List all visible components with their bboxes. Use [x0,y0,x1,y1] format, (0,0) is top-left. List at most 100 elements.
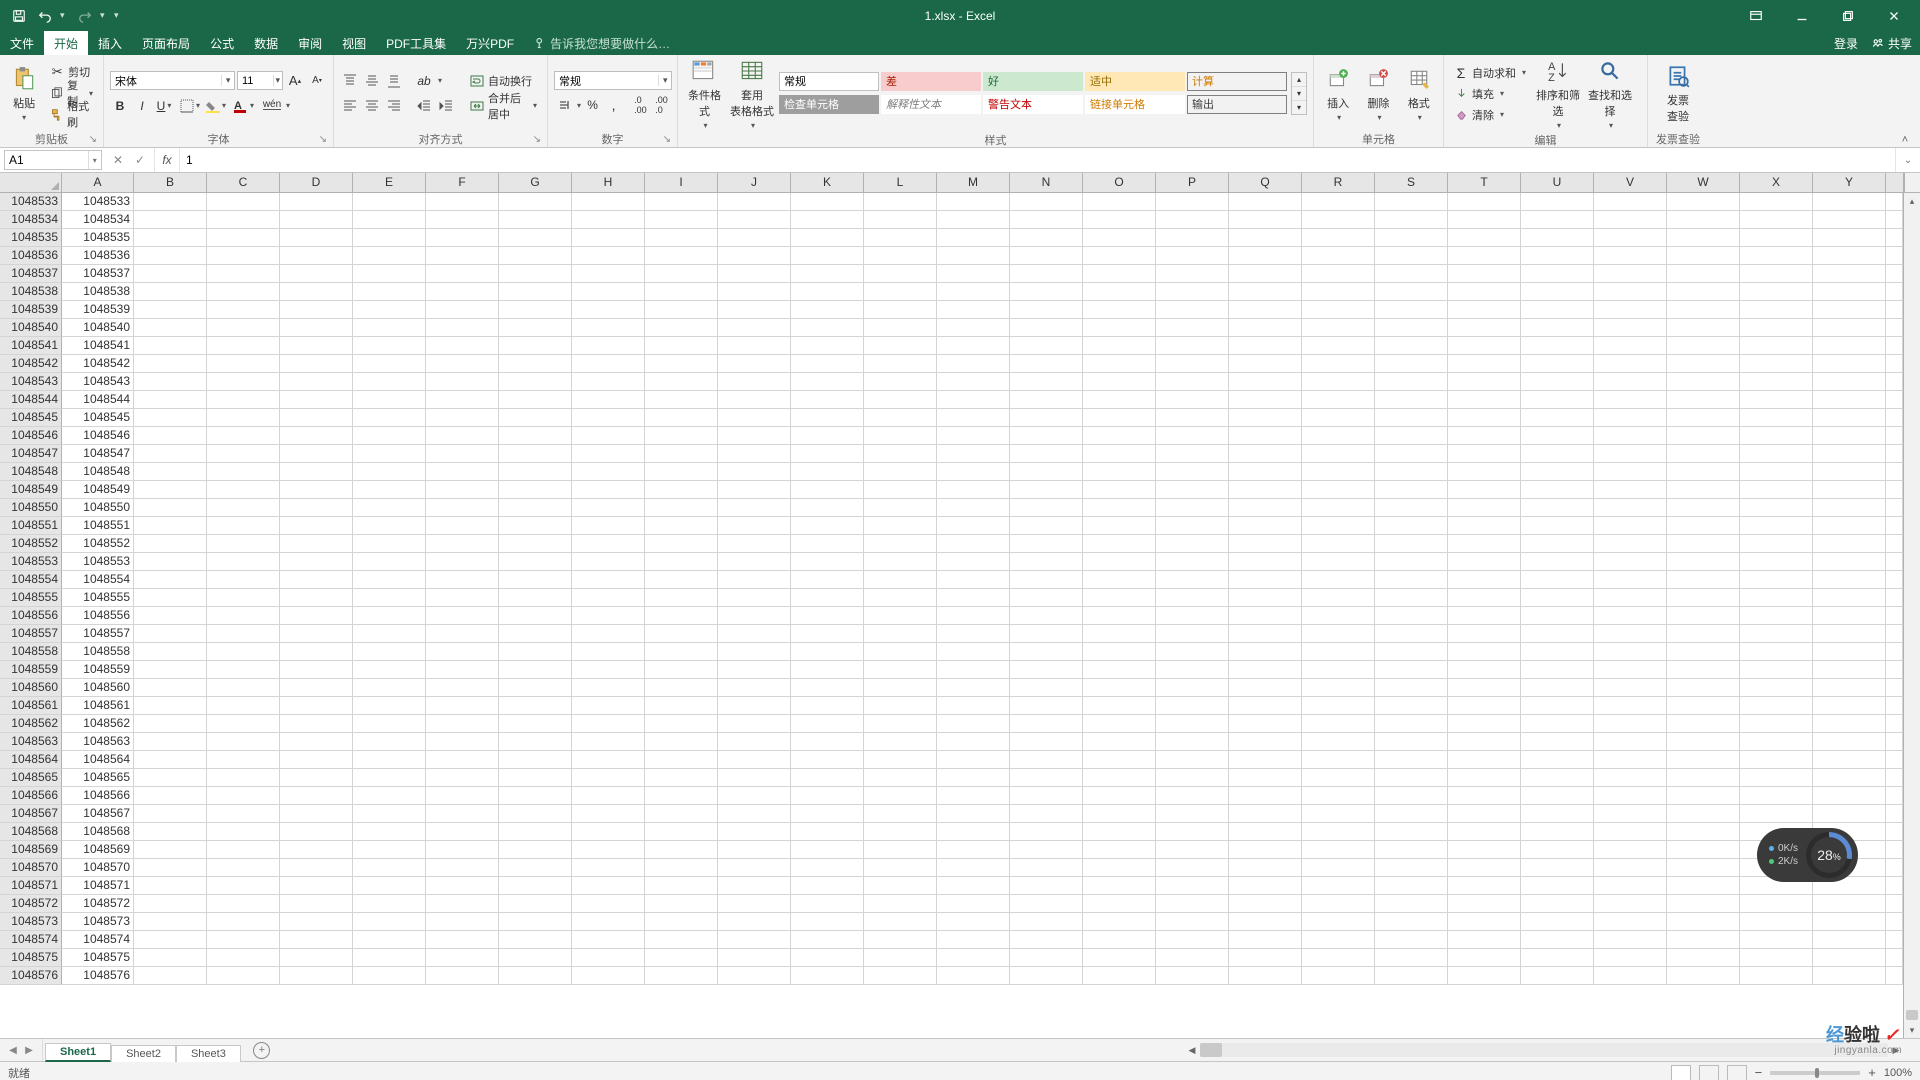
cell[interactable] [1229,355,1302,373]
cell[interactable] [572,859,645,877]
cell[interactable] [1594,337,1667,355]
cell[interactable] [1302,427,1375,445]
cell[interactable] [280,733,353,751]
cell[interactable] [1667,283,1740,301]
cell[interactable] [1448,193,1521,211]
cell[interactable] [1375,607,1448,625]
cell[interactable] [1448,445,1521,463]
cell[interactable] [134,787,207,805]
cell[interactable]: 1048570 [62,859,134,877]
cell[interactable] [353,337,426,355]
cell[interactable] [864,211,937,229]
cell[interactable] [1521,571,1594,589]
cell[interactable] [645,589,718,607]
cell[interactable] [1229,679,1302,697]
cell[interactable] [1740,967,1813,985]
cell[interactable] [426,229,499,247]
cell[interactable] [572,211,645,229]
column-header[interactable]: Q [1229,173,1302,193]
cell[interactable] [1375,463,1448,481]
row-header[interactable]: 1048547 [0,445,62,463]
cell[interactable] [1229,265,1302,283]
cell[interactable] [1375,913,1448,931]
cell[interactable] [572,301,645,319]
cell[interactable] [1594,283,1667,301]
cell[interactable] [1521,193,1594,211]
cell[interactable] [1448,643,1521,661]
cell[interactable] [1521,211,1594,229]
cell[interactable] [1521,499,1594,517]
cell[interactable] [1156,193,1229,211]
cell[interactable] [572,481,645,499]
cell[interactable] [1667,193,1740,211]
cell[interactable] [426,913,499,931]
cell[interactable] [353,949,426,967]
cells-insert-button[interactable]: 插入▾ [1320,65,1356,122]
cell[interactable] [1813,265,1886,283]
cell[interactable] [1448,373,1521,391]
cell[interactable] [1813,355,1886,373]
cell[interactable] [1667,607,1740,625]
cell[interactable] [280,553,353,571]
shrink-font-icon[interactable]: A▾ [307,71,327,91]
cell[interactable] [791,193,864,211]
cell[interactable] [426,427,499,445]
cell[interactable] [645,193,718,211]
cell[interactable] [572,643,645,661]
cell[interactable] [572,931,645,949]
cell[interactable] [280,265,353,283]
cell[interactable] [1156,625,1229,643]
cell[interactable] [353,895,426,913]
cell[interactable] [572,769,645,787]
cell[interactable] [426,247,499,265]
cell[interactable] [134,445,207,463]
cell[interactable] [718,823,791,841]
cell[interactable] [864,661,937,679]
cell[interactable] [1010,481,1083,499]
cell[interactable] [1302,859,1375,877]
cell[interactable] [864,499,937,517]
cell[interactable] [1302,751,1375,769]
cell[interactable] [718,319,791,337]
cell[interactable] [1229,535,1302,553]
cell[interactable] [864,751,937,769]
cell[interactable] [645,643,718,661]
phonetic-icon[interactable]: wén [262,96,282,116]
cell[interactable] [1083,445,1156,463]
row-header[interactable]: 1048551 [0,517,62,535]
cell[interactable] [1594,931,1667,949]
cell[interactable] [1521,247,1594,265]
cell[interactable] [1229,319,1302,337]
cell[interactable] [791,589,864,607]
cell[interactable] [572,193,645,211]
cell[interactable] [1521,355,1594,373]
vertical-scrollbar[interactable]: ▴ ▾ [1903,193,1920,1038]
cell[interactable] [1594,679,1667,697]
cell[interactable] [353,769,426,787]
cell[interactable] [1740,895,1813,913]
cell[interactable] [1229,913,1302,931]
cell[interactable] [1229,229,1302,247]
cell[interactable]: 1048560 [62,679,134,697]
cell[interactable] [645,427,718,445]
cell[interactable] [1083,337,1156,355]
cell[interactable] [1448,481,1521,499]
cell[interactable] [1229,823,1302,841]
cell[interactable] [1667,265,1740,283]
cell[interactable] [1448,787,1521,805]
cell[interactable] [572,247,645,265]
cell[interactable] [1667,499,1740,517]
cell[interactable] [426,931,499,949]
cell[interactable] [937,607,1010,625]
cell[interactable] [1083,427,1156,445]
cell[interactable]: 1048536 [62,247,134,265]
cell-style-option[interactable]: 链接单元格 [1085,95,1185,114]
cell[interactable] [1375,427,1448,445]
format-painter-button[interactable]: 格式刷 [46,104,97,124]
cell[interactable] [1813,625,1886,643]
minimize-icon[interactable] [1780,2,1824,30]
cell[interactable] [718,427,791,445]
cell[interactable] [937,517,1010,535]
cell[interactable] [1740,373,1813,391]
cell[interactable] [134,733,207,751]
